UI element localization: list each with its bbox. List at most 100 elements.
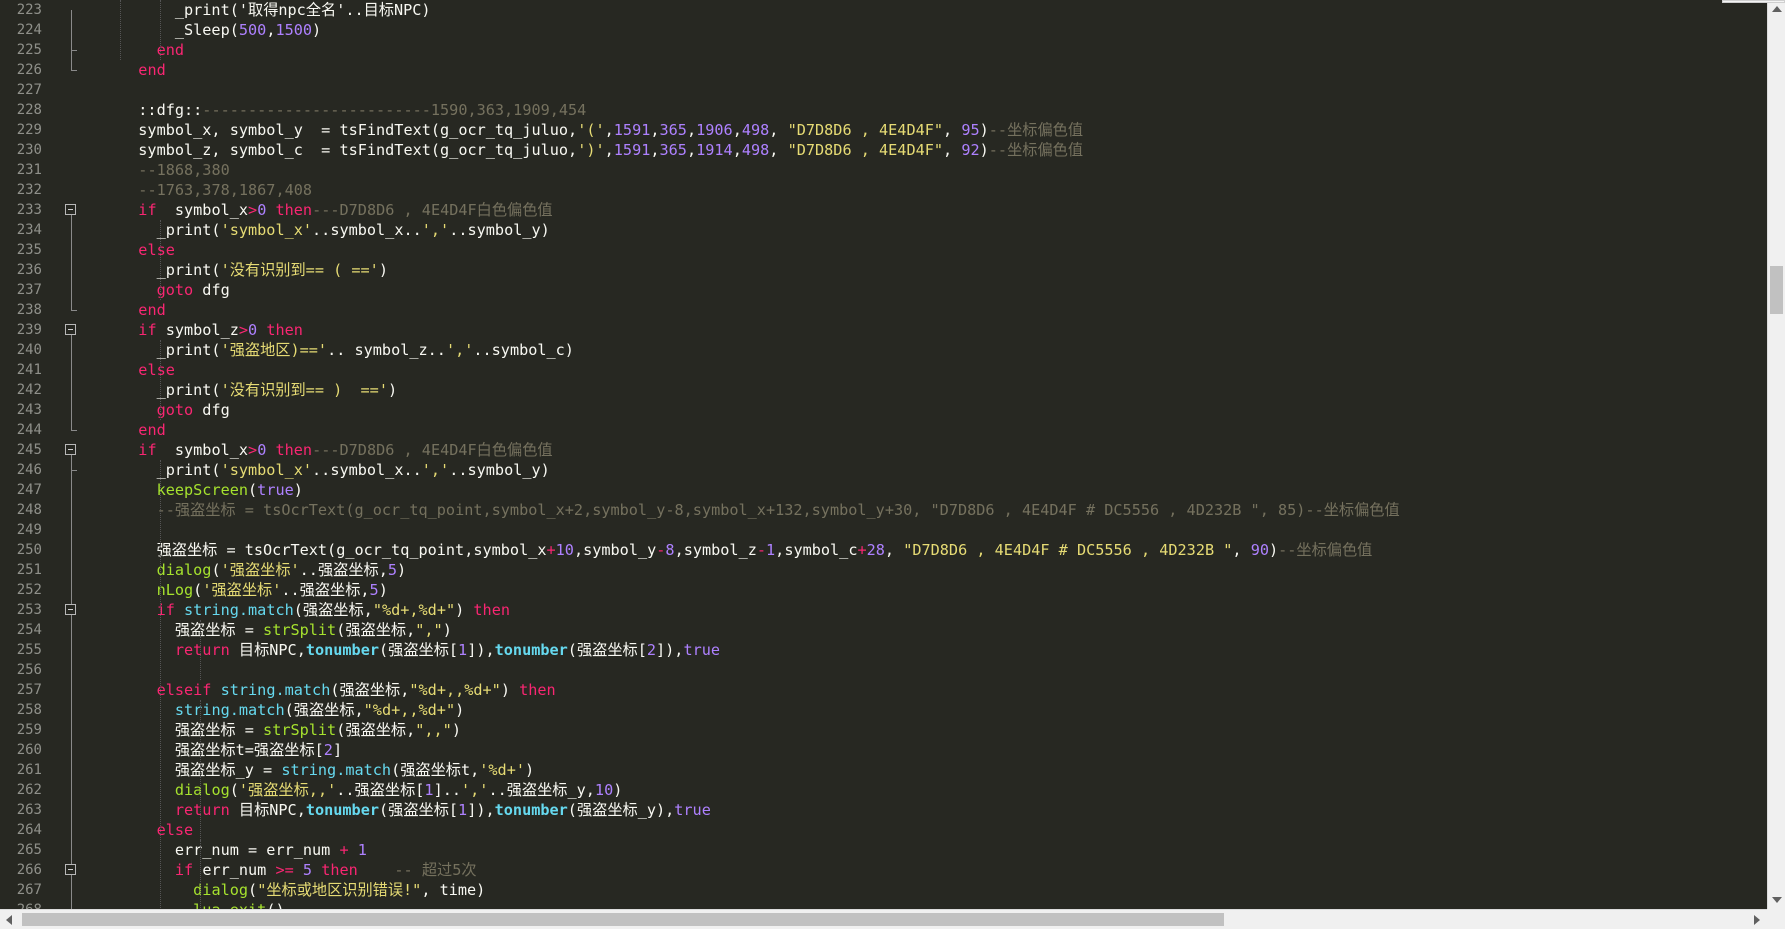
fold-end-marker [71,50,77,51]
code-line[interactable]: end [120,420,165,440]
code-line[interactable]: goto dfg [120,280,230,300]
code-token: '%d+' [479,761,525,779]
code-line[interactable]: 强盗坐标 = strSplit(强盗坐标,",") [120,620,452,640]
indent-guide [200,840,201,909]
line-number: 263 [16,802,42,818]
code-token: '没有识别到== ( ==' [220,261,379,279]
code-line[interactable]: _print('symbol_x'..symbol_x..','..symbol… [120,460,550,480]
code-line[interactable]: dialog("坐标或地区识别错误!", time) [120,880,485,900]
code-token: ,symbol_y [573,541,657,559]
scroll-down-arrow-icon[interactable] [1772,897,1782,903]
code-line[interactable]: 强盗坐标t=强盗坐标[2] [120,740,342,760]
code-token: ].. [433,781,462,799]
code-token: , [769,121,788,139]
code-line[interactable]: dialog('强盗坐标'..强盗坐标,5) [120,560,407,580]
code-line[interactable]: _print('取得npc全名'..目标NPC) [120,0,431,20]
code-token: , [604,141,614,159]
code-line[interactable]: string.match(强盗坐标,"%d+,,%d+") [120,700,464,720]
code-token: "D7D8D6 , 4E4D4F" [787,121,944,139]
code-line[interactable]: end [120,40,184,60]
fold-end-marker [71,430,77,431]
code-token: > [248,441,258,459]
code-line[interactable]: --强盗坐标 = tsOcrText(g_ocr_tq_point,symbol… [120,500,1400,520]
fold-collapse-icon[interactable] [65,444,76,455]
code-token: ] [332,741,343,759]
code-line[interactable]: return 目标NPC,tonumber(强盗坐标[1]),tonumber(… [120,800,711,820]
code-token: > [238,321,249,339]
code-line[interactable]: --1763,378,1867,408 [120,180,312,200]
vertical-scrollbar[interactable] [1767,0,1785,909]
fold-collapse-icon[interactable] [65,604,76,615]
code-line[interactable]: _print('symbol_x'..symbol_x..','..symbol… [120,220,550,240]
code-token: 8 [665,541,675,559]
code-line[interactable]: err_num = err_num + 1 [120,840,367,860]
code-line[interactable]: ::dfg::-------------------------1590,363… [120,100,586,120]
code-editor[interactable]: 223 224 225 226 227 228 229 230 231 232 233 234 235 2… [0,0,1767,909]
code-line[interactable]: 强盗坐标_y = string.match(强盗坐标t,'%d+') [120,760,534,780]
code-line[interactable]: end [120,300,165,320]
code-line[interactable]: goto dfg [120,400,230,420]
line-number: 248 [16,502,42,518]
code-line[interactable]: _print('没有识别到== ) ==') [120,380,398,400]
code-line[interactable]: if string.match(强盗坐标,"%d+,%d+") then [120,600,510,620]
code-token: _print('取得npc全名'..目标NPC) [120,1,431,19]
code-line[interactable]: symbol_z, symbol_c = tsFindText(g_ocr_tq… [120,140,1083,160]
code-token: tonumber [494,641,568,659]
code-text-area[interactable]: _print('取得npc全名'..目标NPC) _Sleep(500,1500… [82,0,1767,909]
code-line[interactable]: elseif string.match(强盗坐标,"%d+,,%d+") the… [120,680,556,700]
fold-collapse-icon[interactable] [65,324,76,335]
fold-end-marker [71,70,77,71]
code-token: --坐标偏色值 [988,141,1084,159]
line-number: 249 [16,522,42,538]
code-line[interactable]: else [120,820,194,840]
code-line[interactable]: _Sleep(500,1500) [120,20,321,40]
scroll-right-arrow-icon[interactable] [1754,915,1760,925]
code-line[interactable]: --1868,380 [120,160,229,180]
code-line[interactable]: symbol_x, symbol_y = tsFindText(g_ocr_tq… [120,120,1083,140]
code-token: ) [293,481,303,499]
code-line[interactable]: 强盗坐标 = tsOcrText(g_ocr_tq_point,symbol_x… [120,540,1373,560]
code-line[interactable]: lua_exit() [120,900,284,909]
code-token: (强盗坐标t, [391,761,480,779]
scroll-left-arrow-icon[interactable] [6,915,12,925]
code-line[interactable]: _print('强盗地区)=='.. symbol_z..','..symbol… [120,340,574,360]
code-line[interactable]: else [120,240,175,260]
horizontal-scroll-thumb[interactable] [22,913,1224,926]
code-token: 10 [555,541,574,559]
code-line[interactable]: if symbol_z>0 then [120,320,303,340]
code-token: ',' [461,781,489,799]
fold-collapse-icon[interactable] [65,204,76,215]
code-line[interactable]: else [120,360,175,380]
code-line[interactable]: keepScreen(true) [120,480,303,500]
code-token: true [674,801,711,819]
vertical-scroll-thumb[interactable] [1770,266,1783,314]
code-line[interactable]: if symbol_x>0 then---D7D8D6 , 4E4D4F白色偏色… [120,440,552,460]
code-token: (强盗坐标_y), [567,801,675,819]
fold-collapse-icon[interactable] [65,864,76,875]
code-line[interactable]: if err_num >= 5 then -- 超过5次 [120,860,477,880]
code-token: ..symbol_x.. [312,461,422,479]
code-line[interactable]: end [120,60,165,80]
code-token: tonumber [305,641,379,659]
code-token: + [339,841,349,859]
code-line[interactable]: 强盗坐标 = strSplit(强盗坐标,",,") [120,720,461,740]
indent-guide [200,700,201,840]
code-line[interactable]: dialog('强盗坐标,,'..强盗坐标[1]..','..强盗坐标_y,10… [120,780,623,800]
code-token: strSplit [263,721,337,739]
line-number: 237 [16,282,42,298]
code-token: + [857,541,867,559]
code-token: ..强盗坐标[ [336,781,425,799]
code-token: --坐标偏色值 [1278,541,1373,559]
code-token: 0 [248,321,258,339]
code-token: 1500 [275,21,313,39]
code-token: , [686,141,697,159]
horizontal-scrollbar[interactable] [0,909,1767,929]
code-line[interactable]: return 目标NPC,tonumber(强盗坐标[1]),tonumber(… [120,640,720,660]
code-line[interactable]: if symbol_x>0 then---D7D8D6 , 4E4D4F白色偏色… [120,200,552,220]
code-token: 5 [302,861,313,879]
scroll-up-arrow-icon[interactable] [1772,6,1782,12]
